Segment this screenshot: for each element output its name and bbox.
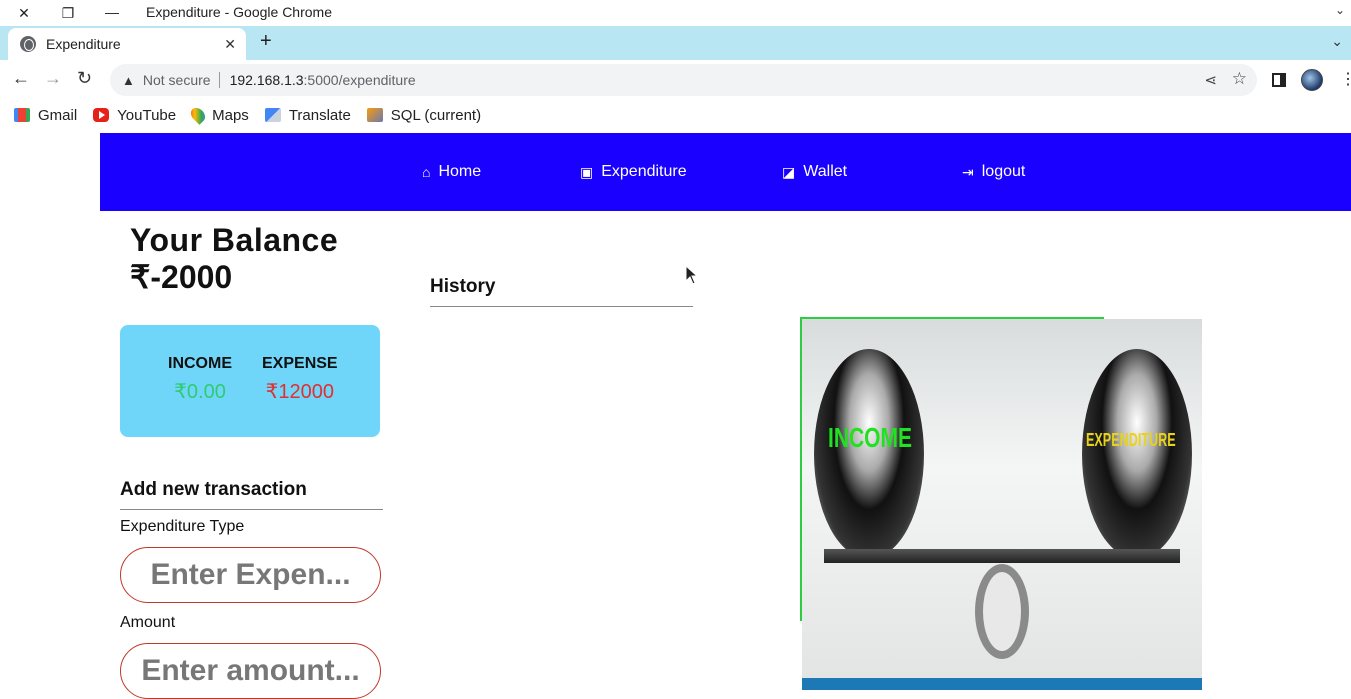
bookmark-translate[interactable]: Translate [264, 106, 351, 124]
window-title: Expenditure - Google Chrome [146, 4, 332, 20]
bookmark-label: YouTube [117, 106, 177, 124]
bookmark-gmail[interactable]: Gmail [14, 107, 77, 124]
summary-card: INCOME ₹0.00 EXPENSE ₹12000 [120, 325, 380, 437]
income-value: ₹0.00 [174, 381, 226, 403]
security-label[interactable]: Not secure [143, 72, 220, 88]
expense-column: EXPENSE ₹12000 [262, 355, 338, 404]
bookmark-label: Gmail [38, 106, 78, 124]
translate-icon [264, 108, 281, 122]
nav-expenditure[interactable]: ▣ Expenditure [580, 163, 687, 181]
address-bar[interactable]: ▲ Not secure 192.168.1.3:5000/expenditur… [110, 64, 1257, 96]
globe-icon [20, 36, 36, 52]
income-ball [814, 349, 924, 559]
nav-logout[interactable]: ⇥ logout [962, 163, 1025, 181]
browser-toolbar: ← → ↻ ▲ Not secure 192.168.1.3:5000/expe… [0, 60, 1351, 100]
income-ball-label: INCOME [828, 422, 912, 453]
amount-input[interactable] [120, 643, 381, 699]
tab-expenditure[interactable]: Expenditure ✕ [8, 28, 246, 60]
seesaw-plank [824, 549, 1180, 563]
bookmarks-bar: Gmail YouTube Maps Translate SQL (curren… [0, 100, 1351, 130]
nav-home[interactable]: ⌂ Home [422, 163, 481, 181]
nav-expenditure-label: Expenditure [601, 163, 687, 180]
close-tab-icon[interactable]: ✕ [224, 36, 236, 53]
logout-icon: ⇥ [962, 163, 974, 180]
bookmark-star-icon[interactable]: ☆ [1232, 69, 1247, 89]
expenditure-ball-label: EXPENDITURE [1086, 430, 1176, 450]
back-icon[interactable]: ← [12, 68, 30, 89]
expense-value: ₹12000 [265, 381, 334, 403]
bookmark-label: Maps [212, 106, 249, 124]
add-transaction-heading: Add new transaction [120, 479, 383, 510]
nav-wallet[interactable]: ◪ Wallet [782, 163, 847, 181]
bookmark-maps[interactable]: Maps [188, 105, 249, 125]
amount-label: Amount [120, 614, 176, 631]
profile-avatar[interactable] [1301, 69, 1323, 91]
bookmark-label: SQL (current) [390, 106, 482, 124]
nav-wallet-label: Wallet [803, 163, 848, 180]
expense-label: EXPENSE [262, 355, 338, 372]
income-column: INCOME ₹0.00 [168, 355, 232, 404]
minimize-window-icon[interactable]: — [101, 1, 123, 23]
reload-icon[interactable]: ↻ [77, 68, 92, 89]
money-icon: ▣ [580, 163, 594, 180]
seesaw-pivot [975, 564, 1029, 659]
url-host: 192.168.1.3 [229, 72, 304, 88]
image-footer-bar [802, 678, 1202, 690]
tab-title: Expenditure [46, 36, 121, 52]
new-tab-icon[interactable]: + [260, 30, 272, 53]
gmail-icon [14, 108, 30, 122]
side-panel-icon[interactable] [1272, 73, 1286, 87]
tab-search-icon[interactable]: ⌄ [1331, 33, 1343, 50]
balance-title: Your Balance [130, 222, 339, 258]
nav-logout-label: logout [981, 163, 1026, 180]
expenditure-ball [1082, 349, 1192, 559]
bookmark-label: Translate [288, 106, 351, 124]
balance-value: ₹-2000 [130, 259, 233, 295]
close-window-icon[interactable]: ✕ [13, 2, 35, 24]
expenditure-type-label: Expenditure Type [120, 518, 245, 535]
warning-icon[interactable]: ▲ [122, 73, 135, 88]
bookmark-youtube[interactable]: YouTube [93, 107, 176, 124]
mouse-cursor-icon [685, 265, 697, 285]
income-expenditure-image: INCOME EXPENDITURE [802, 319, 1202, 690]
youtube-icon [93, 108, 110, 122]
expenditure-type-input[interactable] [120, 547, 381, 603]
tab-strip: Expenditure ✕ + ⌄ [0, 26, 1351, 60]
url-path: :5000/expenditure [303, 72, 416, 88]
wallet-icon: ◪ [782, 163, 796, 180]
income-label: INCOME [168, 355, 232, 372]
menu-icon[interactable]: ⋮ [1340, 69, 1351, 89]
history-heading: History [430, 276, 693, 307]
window-titlebar: ✕ ❐ — Expenditure - Google Chrome ⌄ [0, 0, 1351, 26]
share-icon[interactable]: ⋖ [1204, 71, 1217, 89]
nav-home-label: Home [438, 163, 482, 180]
bookmark-sql[interactable]: SQL (current) [366, 106, 482, 124]
site-navbar: ⌂ Home ▣ Expenditure ◪ Wallet ⇥ logout [100, 133, 1351, 211]
forward-icon[interactable]: → [44, 68, 62, 89]
home-icon: ⌂ [422, 164, 431, 180]
phpmyadmin-icon [366, 108, 383, 122]
restore-window-icon[interactable]: ❐ [57, 2, 79, 24]
chevron-down-icon[interactable]: ⌄ [1335, 3, 1345, 17]
maps-icon [188, 105, 209, 125]
